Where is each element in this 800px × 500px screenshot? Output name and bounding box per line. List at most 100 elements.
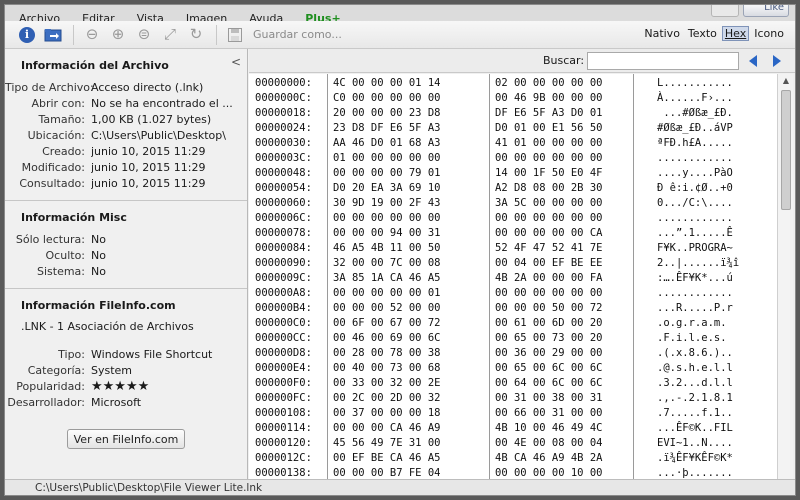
hex-ascii: .3.2...d.l.l <box>657 377 733 389</box>
info-row-label: Desarrollador: <box>7 396 85 409</box>
hex-address: 000000F0: <box>255 377 312 389</box>
hex-row[interactable]: 000000CC: 00 46 00 69 00 6C 00 65 00 73 00… <box>249 331 777 346</box>
info-row-label: Tipo: <box>58 348 85 361</box>
hex-address: 0000000C: <box>255 92 312 104</box>
view-mode-texto[interactable]: Texto <box>685 26 720 41</box>
hex-bytes-group1: 00 6F 00 67 00 72 <box>333 317 441 329</box>
toolbar-separator <box>216 24 217 45</box>
hex-row[interactable]: 00000120: 45 56 49 7E 31 00 00 4E 00 08 00… <box>249 436 777 451</box>
view-mode-icono[interactable]: Icono <box>751 26 787 41</box>
hex-bytes-group1: 00 00 00 CA 46 A9 <box>333 422 441 434</box>
info-row-label: Ubicación: <box>27 129 85 142</box>
collapse-sidebar-icon[interactable]: < <box>231 55 241 69</box>
scrollbar-thumb[interactable] <box>781 90 791 210</box>
menu-ayuda[interactable]: Ayuda <box>249 12 283 21</box>
zoom-in-icon: ⊕ <box>111 25 125 43</box>
fileinfo-com-title: Información FileInfo.com <box>21 299 176 312</box>
hex-ascii: ............ <box>657 212 733 224</box>
hex-row[interactable]: 0000006C: 00 00 00 00 00 00 00 00 00 00 00… <box>249 211 777 226</box>
hex-bytes-group1: 00 00 00 B7 FE 04 <box>333 467 441 479</box>
hex-row[interactable]: 000000F0: 00 33 00 32 00 2E 00 64 00 6C 00… <box>249 376 777 391</box>
hex-row[interactable]: 00000090: 32 00 00 7C 00 08 00 04 00 EF BE… <box>249 256 777 271</box>
hex-row[interactable]: 00000138: 00 00 00 B7 FE 04 00 00 00 00 10… <box>249 466 777 480</box>
search-input[interactable] <box>587 52 739 70</box>
view-on-fileinfo-button[interactable]: Ver en FileInfo.com <box>67 429 185 449</box>
fit-button[interactable]: ⤢ <box>160 25 180 45</box>
hex-view[interactable]: 00000000: 4C 00 00 00 01 14 02 00 00 00 00… <box>249 74 777 480</box>
hex-address: 00000024: <box>255 122 312 134</box>
search-previous-icon[interactable] <box>749 55 757 67</box>
hex-row[interactable]: 00000054: D0 20 EA 3A 69 10 A2 D8 08 00 2B… <box>249 181 777 196</box>
hex-row[interactable]: 00000108: 00 37 00 00 00 18 00 66 00 31 00… <box>249 406 777 421</box>
hex-row[interactable]: 00000024: 23 D8 DF E6 5F A3 D0 01 00 E1 56… <box>249 121 777 136</box>
hex-row[interactable]: 000000D8: 00 28 00 78 00 38 00 36 00 29 00… <box>249 346 777 361</box>
hex-address: 00000084: <box>255 242 312 254</box>
info-row: Consultado: junio 10, 2015 11:29 <box>5 176 247 192</box>
hex-row[interactable]: 000000E4: 00 40 00 73 00 68 00 65 00 6C 00… <box>249 361 777 376</box>
info-row-label: Sistema: <box>36 265 85 278</box>
hex-row[interactable]: 00000048: 00 00 00 00 79 01 14 00 1F 50 E0… <box>249 166 777 181</box>
share-button[interactable] <box>711 5 739 17</box>
save-button[interactable] <box>225 25 245 45</box>
search-next-icon[interactable] <box>773 55 781 67</box>
hex-bytes-group1: 00 00 00 00 00 00 <box>333 212 441 224</box>
hex-ascii: F¥K..PROGRA~ <box>657 242 733 254</box>
info-row: Abrir con: No se ha encontrado el ... <box>5 96 247 112</box>
actual-size-button[interactable]: ⊜ <box>134 25 154 45</box>
info-row-label: Tamaño: <box>38 113 85 126</box>
hex-bytes-group1: 23 D8 DF E6 5F A3 <box>333 122 441 134</box>
scroll-up-icon[interactable]: ▲ <box>778 74 794 88</box>
menu-imagen[interactable]: Imagen <box>186 12 227 21</box>
hex-row[interactable]: 00000114: 00 00 00 CA 46 A9 4B 10 00 46 49… <box>249 421 777 436</box>
info-sidebar: < Información del Archivo Tipo de Archiv… <box>5 49 248 480</box>
hex-ascii: ............ <box>657 152 733 164</box>
menu-archivo[interactable]: Archivo <box>19 12 60 21</box>
hex-row[interactable]: 00000030: AA 46 D0 01 68 A3 41 01 00 00 00… <box>249 136 777 151</box>
hex-row[interactable]: 000000C0: 00 6F 00 67 00 72 00 61 00 6D 00… <box>249 316 777 331</box>
hex-row[interactable]: 0000012C: 00 EF BE CA 46 A5 4B CA 46 A9 4B… <box>249 451 777 466</box>
info-icon: i <box>19 26 35 43</box>
hex-bytes-group1: 45 56 49 7E 31 00 <box>333 437 441 449</box>
hex-bytes-group2: 52 4F 47 52 41 7E <box>495 242 603 254</box>
view-mode-hex[interactable]: Hex <box>721 26 750 41</box>
info-row-label: Categoría: <box>27 364 85 377</box>
hex-ascii: ...·þ....... <box>657 467 733 479</box>
vertical-scrollbar[interactable]: ▲ <box>777 74 793 480</box>
info-row-value: Microsoft <box>91 396 142 409</box>
info-row-value: No <box>91 233 106 246</box>
hex-bytes-group2: 3A 5C 00 00 00 00 <box>495 197 603 209</box>
hex-row[interactable]: 00000000: 4C 00 00 00 01 14 02 00 00 00 00… <box>249 76 777 91</box>
hex-row[interactable]: 00000018: 20 00 00 00 23 D8 DF E6 5F A3 D0… <box>249 106 777 121</box>
menu-editar[interactable]: Editar <box>82 12 115 21</box>
like-button[interactable]: Like <box>743 5 789 17</box>
info-button[interactable]: i <box>17 25 37 45</box>
hex-row[interactable]: 00000060: 30 9D 19 00 2F 43 3A 5C 00 00 00… <box>249 196 777 211</box>
save-as-label[interactable]: Guardar como... <box>253 28 342 41</box>
hex-row[interactable]: 000000A8: 00 00 00 00 00 01 00 00 00 00 00… <box>249 286 777 301</box>
hex-row[interactable]: 0000000C: C0 00 00 00 00 00 00 46 9B 00 00… <box>249 91 777 106</box>
hex-bytes-group1: 00 40 00 73 00 68 <box>333 362 441 374</box>
hex-ascii: .(.x.8.6.).. <box>657 347 733 359</box>
open-folder-button[interactable] <box>43 25 63 45</box>
zoom-out-button[interactable]: ⊖ <box>82 25 102 45</box>
menu-vista[interactable]: Vista <box>137 12 164 21</box>
menu-plus[interactable]: Plus+ <box>305 12 340 21</box>
hex-bytes-group2: 4B 10 00 46 49 4C <box>495 422 603 434</box>
zoom-in-button[interactable]: ⊕ <box>108 25 128 45</box>
rotate-button[interactable]: ↻ <box>186 25 206 45</box>
hex-row[interactable]: 00000084: 46 A5 4B 11 00 50 52 4F 47 52 41… <box>249 241 777 256</box>
hex-ascii: ....y....PàO <box>657 167 733 179</box>
misc-info-title: Información Misc <box>21 211 127 224</box>
hex-address: 00000114: <box>255 422 312 434</box>
hex-bytes-group1: 30 9D 19 00 2F 43 <box>333 197 441 209</box>
hex-row[interactable]: 000000B4: 00 00 00 52 00 00 00 00 00 50 00… <box>249 301 777 316</box>
hex-row[interactable]: 000000FC: 00 2C 00 2D 00 32 00 31 00 38 00… <box>249 391 777 406</box>
hex-row[interactable]: 0000009C: 3A 85 1A CA 46 A5 4B 2A 00 00 00… <box>249 271 777 286</box>
hex-bytes-group2: 00 66 00 31 00 00 <box>495 407 603 419</box>
hex-bytes-group1: 00 46 00 69 00 6C <box>333 332 441 344</box>
hex-address: 0000009C: <box>255 272 312 284</box>
view-mode-nativo[interactable]: Nativo <box>641 26 683 41</box>
info-row: Tipo de Archivo: Acceso directo (.lnk) <box>5 80 247 96</box>
hex-row[interactable]: 00000078: 00 00 00 94 00 31 00 00 00 00 00… <box>249 226 777 241</box>
hex-row[interactable]: 0000003C: 01 00 00 00 00 00 00 00 00 00 00… <box>249 151 777 166</box>
